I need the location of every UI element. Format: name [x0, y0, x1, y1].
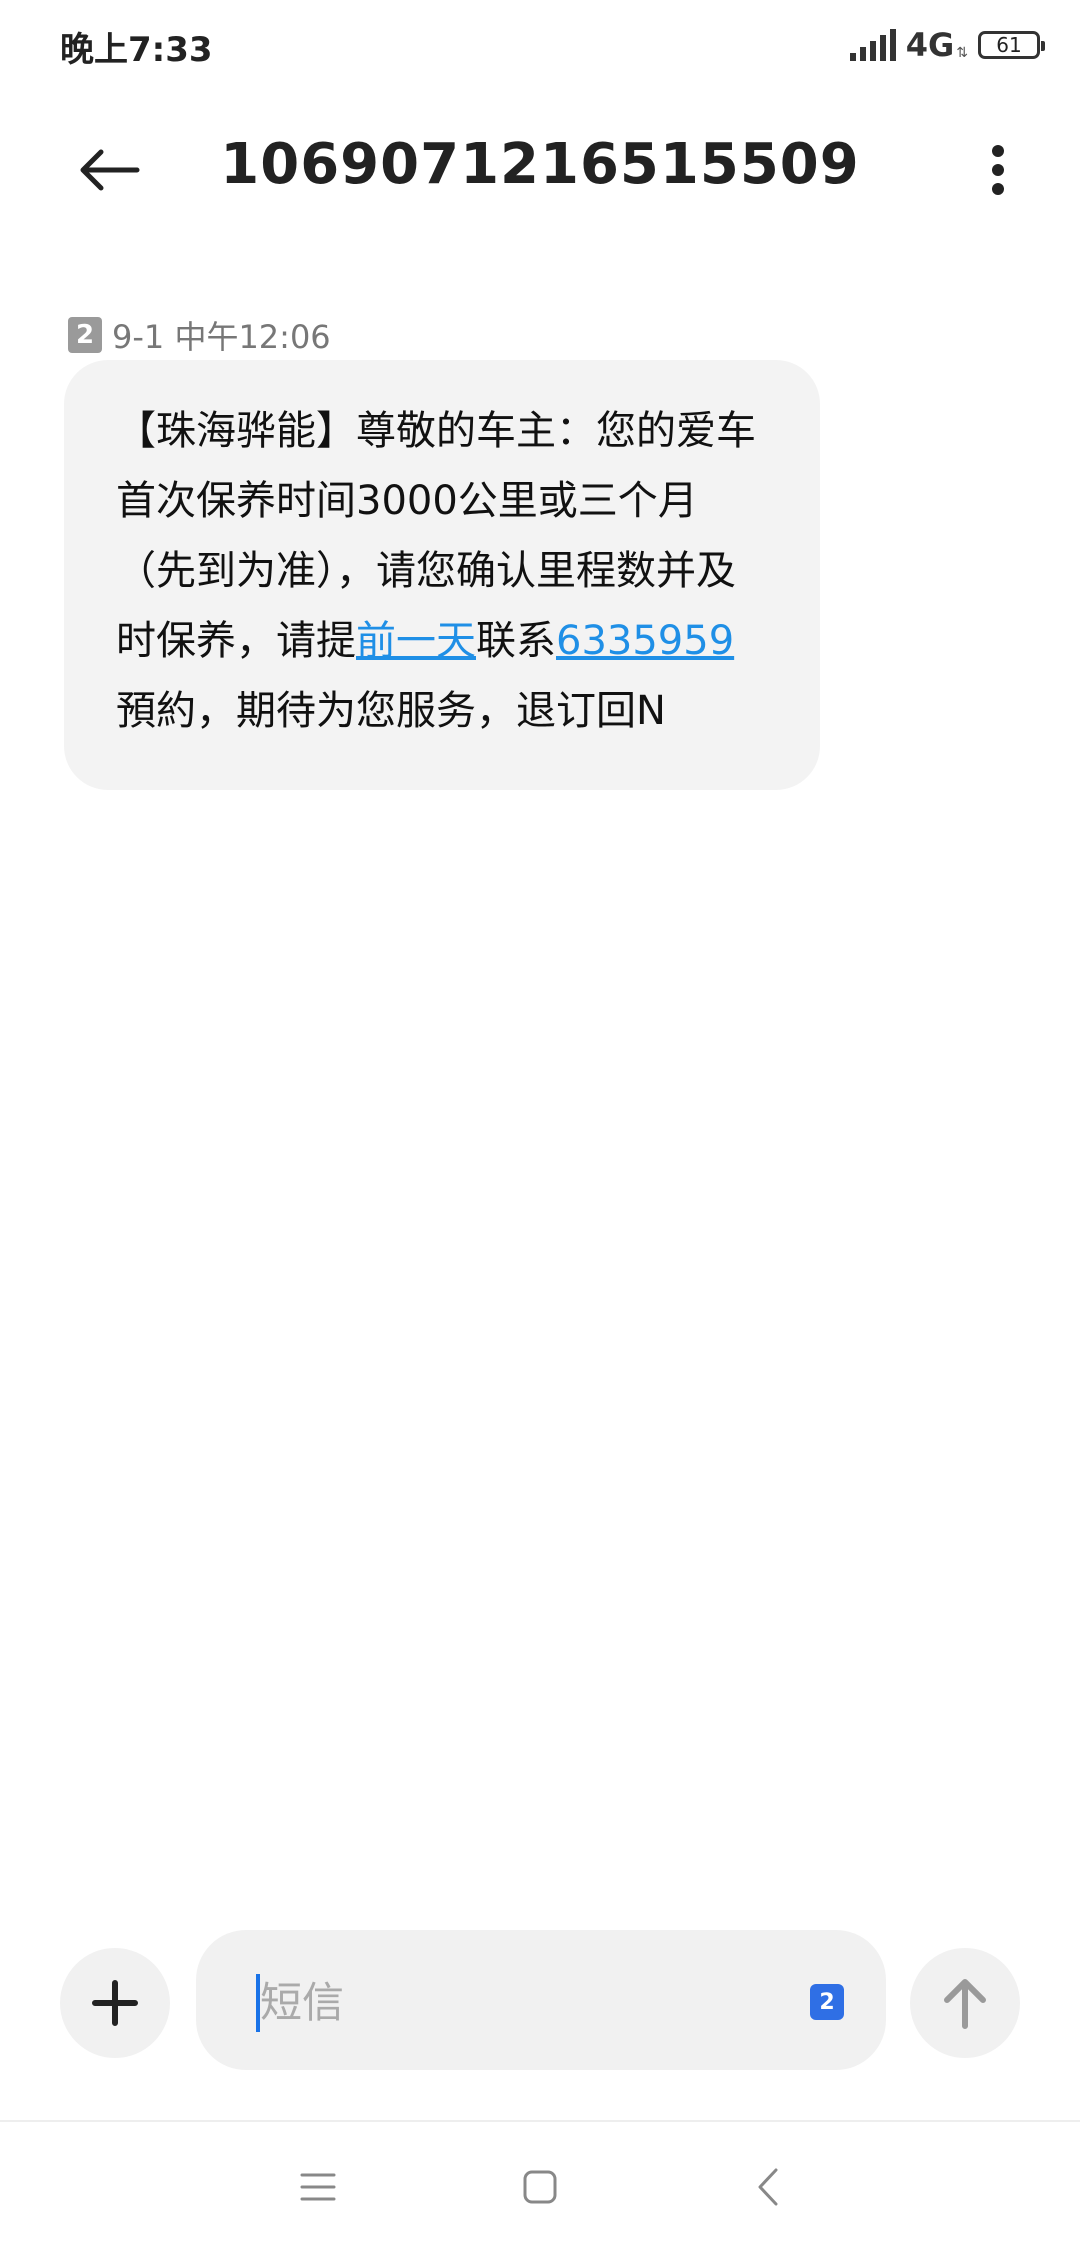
message-text: 預約，期待为您服务，退订回N	[116, 688, 666, 734]
home-button[interactable]	[500, 2152, 580, 2222]
chevron-left-icon	[758, 2168, 778, 2206]
signal-icon	[849, 29, 896, 61]
plus-icon	[92, 1980, 138, 2026]
message-timestamp: 9-1 中午12:06	[112, 318, 331, 356]
arrow-up-icon	[944, 1979, 986, 2029]
battery-icon: 61	[978, 31, 1045, 59]
message-meta: 2 9-1 中午12:06	[68, 312, 331, 358]
nav-back-button[interactable]	[728, 2152, 808, 2222]
square-icon	[523, 2170, 557, 2204]
menu-icon	[300, 2173, 336, 2201]
status-indicators: 4G ⇅ 61	[849, 26, 1045, 64]
status-bar: 晚上7:33 4G ⇅ 61	[0, 0, 1080, 96]
battery-level: 61	[996, 33, 1022, 57]
more-vertical-icon	[992, 145, 1004, 195]
conversation-header: 1069071216515509	[0, 110, 1080, 230]
message-text: 联系	[476, 618, 556, 664]
message-link-phone[interactable]: 6335959	[556, 618, 734, 664]
add-attachment-button[interactable]	[60, 1948, 170, 2058]
status-time: 晚上7:33	[60, 30, 213, 70]
send-button[interactable]	[910, 1948, 1020, 2058]
data-activity-icon: ⇅	[956, 45, 968, 61]
message-bubble[interactable]: 【珠海骅能】尊敬的车主：您的爱车首次保养时间3000公里或三个月（先到为准），请…	[64, 360, 820, 790]
contact-number-title: 1069071216515509	[220, 132, 860, 197]
sim-card-icon: 2	[68, 317, 102, 353]
network-type: 4G	[905, 26, 955, 64]
composer-bar: 2	[0, 1930, 1080, 2070]
message-input[interactable]	[258, 1966, 802, 2038]
message-link-date[interactable]: 前一天	[356, 618, 476, 664]
sim-select-button[interactable]: 2	[810, 1984, 844, 2020]
recent-apps-button[interactable]	[278, 2152, 358, 2222]
system-nav-bar	[0, 2120, 1080, 2250]
message-input-box[interactable]: 2	[196, 1930, 886, 2070]
more-options-button[interactable]	[968, 132, 1028, 208]
